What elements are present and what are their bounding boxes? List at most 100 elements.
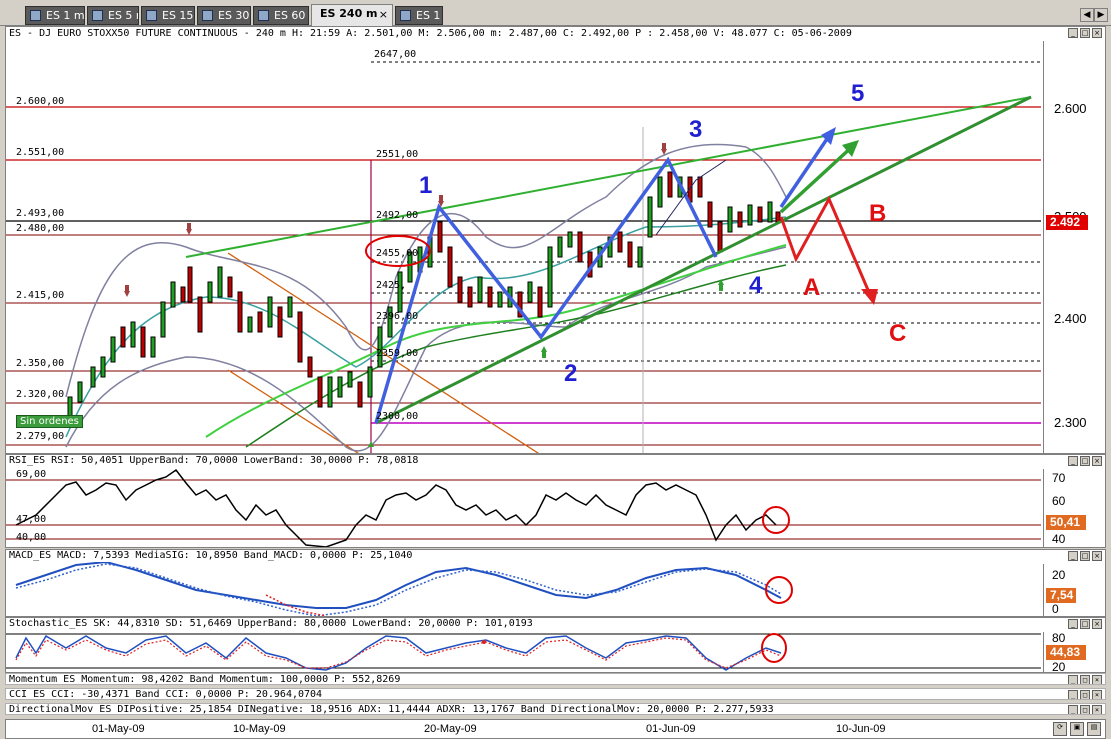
maximize-icon[interactable]: □ [1080,619,1090,629]
stochastic-axis[interactable]: 80 20 44,83 [1043,631,1105,673]
dmi-window-buttons: _ □ × [1068,705,1102,714]
x-label-01-may: 01-May-09 [92,723,145,735]
time-axis[interactable]: 01-May-09 10-May-09 20-May-09 01-Jun-09 … [5,719,1106,739]
scroll-right-icon[interactable]: ▶ [1094,8,1108,22]
close-icon[interactable]: × [1092,456,1102,466]
maximize-icon[interactable]: □ [1080,705,1090,714]
rsi-value-badge: 50,41 [1046,515,1086,530]
candles [67,171,781,428]
dmi-row[interactable]: DirectionalMov_ES DIPositive: 25,1854 DI… [5,703,1106,715]
level-2279: 2.279,00 [16,431,64,442]
level-inner-2455: 2455,00 [376,248,418,259]
close-icon[interactable]: × [1092,705,1102,714]
close-icon[interactable]: × [1092,690,1102,699]
level-2350: 2.350,00 [16,358,64,369]
settings-icon[interactable]: ▤ [1087,722,1101,736]
price-axis[interactable]: 2.600 2.500 2.400 2.300 2.492 [1043,41,1105,453]
tab-es-30m[interactable]: ES 30 m [197,6,251,25]
x-label-10-jun: 10-Jun-09 [836,723,886,735]
cci-header: CCI_ES CCI: -30,4371 Band_CCI: 0,0000 P:… [9,689,323,700]
maximize-icon[interactable]: □ [1080,551,1090,561]
tab-es-240m[interactable]: ES 240 m × [311,4,393,26]
macd-tick-20: 20 [1052,568,1066,582]
macd-header: MACD_ES MACD: 7,5393 MediaSIG: 10,8950 B… [9,550,413,562]
axis-tick-2400: 2.400 [1054,311,1087,326]
minimize-icon[interactable]: _ [1068,675,1078,684]
minimize-icon[interactable]: _ [1068,619,1078,629]
level-2551: 2.551,00 [16,147,64,158]
rsi-tick-70: 70 [1052,471,1066,485]
macd-axis[interactable]: 20 0 7,54 [1043,564,1105,616]
cci-row[interactable]: CCI_ES CCI: -30,4371 Band_CCI: 0,0000 P:… [5,688,1106,700]
rsi-axis[interactable]: 70 60 40 50,41 [1043,469,1105,547]
price-chart[interactable]: 1 2 3 4 5 A B C 2647,00 2551,00 2492,00 … [6,27,1106,454]
wave-label-a: A [803,274,820,301]
maximize-icon[interactable]: □ [1080,456,1090,466]
momentum-row[interactable]: Momentum_ES Momentum: 98,4202 Band_Momen… [5,673,1106,685]
maximize-icon[interactable]: □ [1080,690,1090,699]
stochastic-window-buttons: _ □ × [1068,619,1102,629]
tab-bar: ES 1 m ES 5 m ES 15 m ES 30 m ES 60 m ES… [0,0,1111,26]
close-icon[interactable]: × [1092,675,1102,684]
wave-label-5: 5 [851,80,864,107]
minimize-icon[interactable]: _ [1068,690,1078,699]
close-icon[interactable]: × [1092,551,1102,561]
minimize-icon[interactable]: _ [1068,551,1078,561]
maximize-icon[interactable]: □ [1080,28,1090,38]
price-window-buttons: _ □ × [1068,28,1102,38]
price-panel[interactable]: 1 2 3 4 5 A B C 2647,00 2551,00 2492,00 … [5,26,1106,454]
chart-icon [258,10,269,21]
maximize-icon[interactable]: □ [1080,675,1090,684]
stoch-tick-20: 20 [1052,660,1066,673]
wave-label-2: 2 [564,360,577,387]
rsi-header: RSI_ES RSI: 50,4051 UpperBand: 70,0000 L… [9,455,419,467]
level-2493: 2.493,00 [16,208,64,219]
level-inner-2300: 2300,00 [376,411,418,422]
tab-es-60m[interactable]: ES 60 m [253,6,309,25]
x-label-01-jun: 01-Jun-09 [646,723,696,735]
wave-label-4: 4 [749,272,763,299]
level-2415: 2.415,00 [16,290,64,301]
tab-es-15m[interactable]: ES 15 m [141,6,195,25]
x-label-20-may: 20-May-09 [424,723,477,735]
momentum-window-buttons: _ □ × [1068,675,1102,684]
level-lines [6,61,1041,453]
close-icon[interactable]: × [1092,619,1102,629]
momentum-header: Momentum_ES Momentum: 98,4202 Band_Momen… [9,674,401,685]
rsi-tick-40: 40 [1052,532,1066,546]
rsi-panel[interactable]: 69,00 47,00 40,00 RSI_ES RSI: 50,4051 Up… [5,454,1106,548]
level-inner-2647: 2647,00 [374,49,416,60]
rsi-left-label-40: 40,00 [16,532,46,543]
chart-icon [92,10,103,21]
level-2320: 2.320,00 [16,389,64,400]
level-2600: 2.600,00 [16,96,64,107]
minimize-icon[interactable]: _ [1068,28,1078,38]
level-2480: 2.480,00 [16,223,64,234]
macd-panel[interactable]: MACD_ES MACD: 7,5393 MediaSIG: 10,8950 B… [5,549,1106,617]
axis-tools: ⟳ ▣ ▤ [1053,722,1101,736]
sin-ordenes-badge[interactable]: Sin ordenes [16,415,83,428]
wave-label-b: B [869,200,886,227]
close-tab-icon[interactable]: × [379,6,388,23]
tab-es-1m[interactable]: ES 1 m [25,6,85,25]
minimize-icon[interactable]: _ [1068,705,1078,714]
rsi-window-buttons: _ □ × [1068,456,1102,466]
dmi-header: DirectionalMov_ES DIPositive: 25,1854 DI… [9,704,774,715]
refresh-icon[interactable]: ⟳ [1053,722,1067,736]
wave-label-1: 1 [419,172,432,199]
wave-label-3: 3 [689,116,702,143]
scroll-left-icon[interactable]: ◀ [1080,8,1094,22]
last-price-badge: 2.492 [1046,215,1088,230]
stochastic-header: Stochastic_ES SK: 44,8310 SD: 51,6469 Up… [9,618,533,630]
tab-es-1d[interactable]: ES 1 D [395,6,443,25]
close-icon[interactable]: × [1092,28,1102,38]
macd-value-badge: 7,54 [1046,588,1076,603]
minimize-icon[interactable]: _ [1068,456,1078,466]
save-icon[interactable]: ▣ [1070,722,1084,736]
stochastic-panel[interactable]: Stochastic_ES SK: 44,8310 SD: 51,6469 Up… [5,617,1106,673]
tab-es-5m[interactable]: ES 5 m [87,6,139,25]
axis-tick-2600: 2.600 [1054,101,1087,116]
chart-icon [400,10,411,21]
wave-label-c: C [889,320,906,347]
rsi-chart[interactable]: 69,00 47,00 40,00 [6,455,1106,548]
